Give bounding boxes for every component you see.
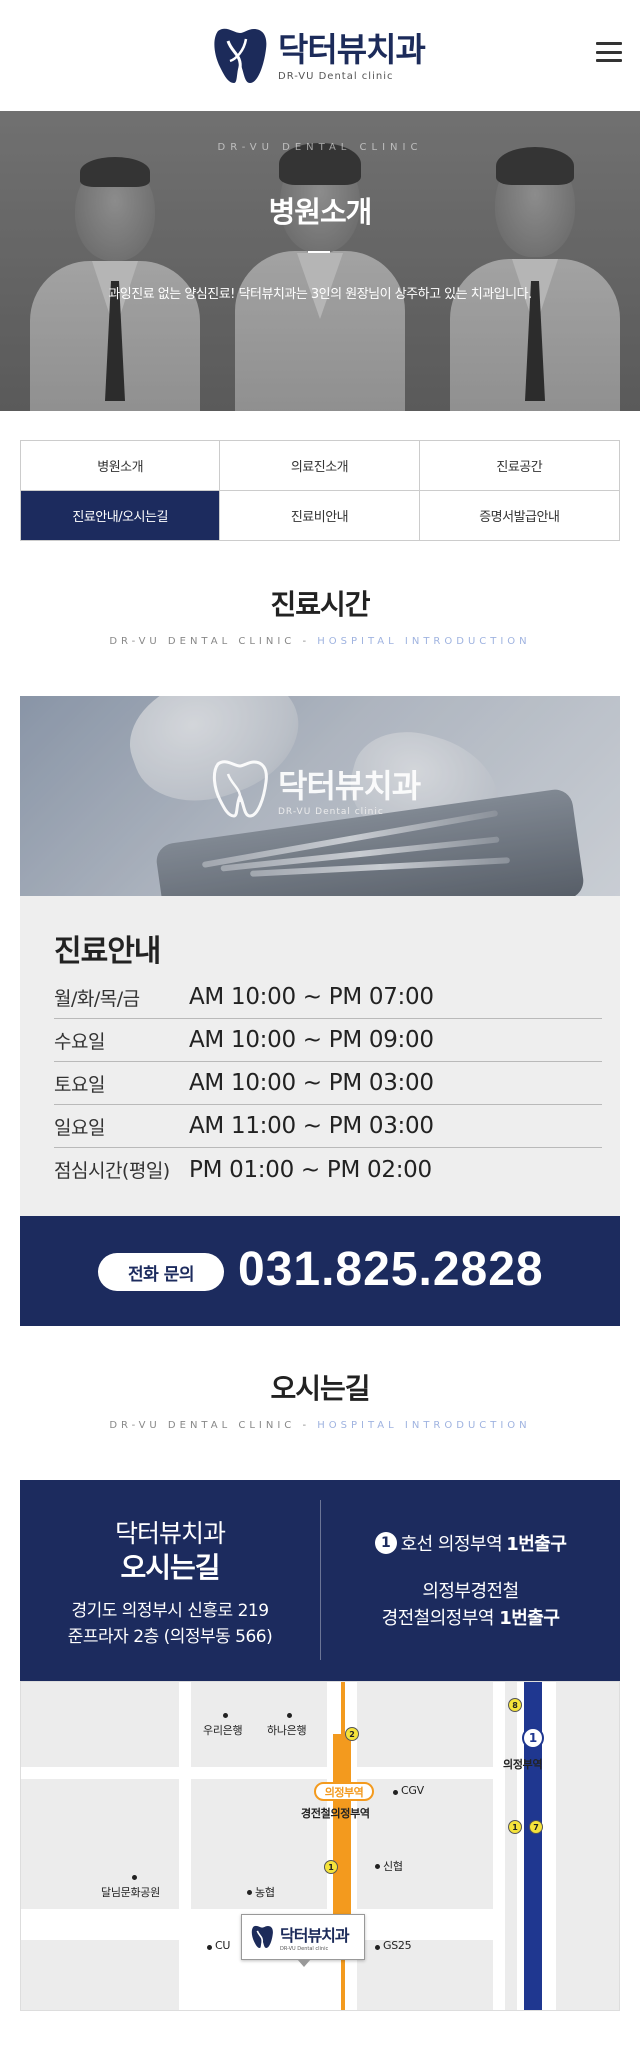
- light-rail-exit-text: 1번출구: [499, 1608, 560, 1629]
- exit-marker: 8: [508, 1698, 522, 1712]
- phone-inquiry-label: 전화 문의: [98, 1253, 224, 1291]
- map-label-dalnim-park: 달님문화공원: [101, 1886, 160, 1899]
- subway-line-1-icon: 1: [374, 1532, 397, 1554]
- directions-subtitle-intro: HOSPITAL INTRODUCTION: [317, 1420, 531, 1431]
- hours-section-title: 진료시간: [270, 588, 370, 621]
- watermark-name-ko: 닥터뷰치과: [278, 767, 421, 805]
- phone-number-link[interactable]: 031.825.2828: [238, 1242, 544, 1297]
- location-map[interactable]: 2 1 8 1 7 1 의정부역 의정부역 경전철의정부역 우리은행 하나은행 …: [20, 1681, 620, 2011]
- tab-certificates[interactable]: 증명서발급안내: [419, 490, 619, 540]
- marker-name-en: DR-VU Dental clinic: [280, 1946, 329, 1952]
- clinic-location-marker[interactable]: 닥터뷰치과 DR-VU Dental clinic: [241, 1914, 365, 1967]
- hours-day: 점심시간(평일): [54, 1160, 170, 1182]
- hero-description: 과잉진료 없는 양심진료! 닥터뷰치과는 3인의 원장님이 상주하고 있는 치과…: [108, 287, 532, 302]
- hours-row: 토요일 AM 10:00 ~ PM 03:00: [54, 1062, 602, 1105]
- site-logo[interactable]: 닥터뷰치과 DR-VU Dental clinic: [210, 24, 430, 88]
- address-line-1: 경기도 의정부시 신흥로 219: [71, 1601, 269, 1621]
- exit-marker: 2: [345, 1727, 359, 1741]
- subway-line-1-icon: 1: [522, 1727, 544, 1749]
- hours-time: AM 10:00 ~ PM 07:00: [189, 984, 434, 1010]
- map-label-shinhyup: 신협: [383, 1860, 403, 1873]
- map-label-gs25: GS25: [383, 1939, 412, 1952]
- sub-navigation-tabs: 병원소개 의료진소개 진료공간 진료안내/오시는길 진료비안내 증명서발급안내: [20, 440, 620, 541]
- hours-time: PM 01:00 ~ PM 02:00: [189, 1156, 432, 1183]
- subway-station-text: 호선 의정부역: [400, 1534, 503, 1555]
- directions-card: 닥터뷰치과 오시는길 경기도 의정부시 신흥로 219 준프라자 2층 (의정부…: [20, 1480, 620, 1681]
- hours-time: AM 11:00 ~ PM 03:00: [189, 1113, 434, 1139]
- hours-day: 일요일: [54, 1116, 105, 1139]
- tab-hospital-intro[interactable]: 병원소개: [21, 441, 221, 491]
- light-rail-name: 의정부경전철: [422, 1581, 519, 1602]
- map-label-woori-bank: 우리은행: [203, 1724, 243, 1737]
- hours-subtitle-brand: DR-VU DENTAL CLINIC -: [109, 636, 311, 647]
- tooth-logo-icon: [210, 25, 274, 87]
- hours-row: 수요일 AM 10:00 ~ PM 09:00: [54, 1019, 602, 1062]
- page-title: 병원소개: [268, 195, 373, 229]
- logo-name-en: DR-VU Dental clinic: [278, 70, 394, 82]
- address-panel: 닥터뷰치과 오시는길 경기도 의정부시 신흥로 219 준프라자 2층 (의정부…: [20, 1480, 320, 1681]
- directions-section-title: 오시는길: [270, 1372, 370, 1405]
- hours-info-card: 진료안내 월/화/목/금 AM 10:00 ~ PM 07:00 수요일 AM …: [20, 896, 620, 1216]
- hours-day: 월/화/목/금: [54, 987, 140, 1010]
- dental-instruments-photo: 닥터뷰치과 DR-VU Dental clinic: [20, 696, 620, 896]
- directions-title: 오시는길: [120, 1551, 220, 1584]
- light-rail-station-platform: [333, 1734, 351, 1929]
- directions-section-subtitle: DR-VU DENTAL CLINIC - HOSPITAL INTRODUCT…: [0, 1420, 640, 1431]
- tooth-logo-icon: [251, 1925, 273, 1948]
- logo-name-ko: 닥터뷰치과: [278, 29, 426, 69]
- map-label-cu: CU: [215, 1939, 231, 1952]
- map-label-hana-bank: 하나은행: [267, 1724, 307, 1737]
- exit-marker: 7: [529, 1820, 543, 1834]
- phone-inquiry-banner: 전화 문의 031.825.2828: [20, 1216, 620, 1326]
- hours-section-subtitle: DR-VU DENTAL CLINIC - HOSPITAL INTRODUCT…: [0, 636, 640, 647]
- hours-day: 수요일: [54, 1030, 105, 1053]
- watermark-name-en: DR-VU Dental clinic: [278, 807, 384, 817]
- light-rail-station-info: 경전철의정부역 1번출구: [321, 1604, 620, 1630]
- address-line-2: 준프라자 2층 (의정부동 566): [67, 1627, 273, 1647]
- hero-subtitle: DR-VU DENTAL CLINIC: [217, 142, 423, 153]
- site-header: 닥터뷰치과 DR-VU Dental clinic: [0, 0, 640, 111]
- subway-line-1-info: 1 호선 의정부역 1번출구: [321, 1530, 620, 1556]
- hero-divider: [308, 251, 330, 253]
- tab-hours-directions[interactable]: 진료안내/오시는길: [21, 490, 221, 540]
- clinic-name: 닥터뷰치과: [114, 1519, 226, 1548]
- hours-time: AM 10:00 ~ PM 09:00: [189, 1027, 434, 1053]
- map-label-uijeongbu-station: 의정부역: [503, 1758, 543, 1771]
- subway-exit-text: 1번출구: [506, 1534, 567, 1555]
- watermark-tooth-icon: [212, 760, 268, 818]
- transit-panel: 1 호선 의정부역 1번출구 의정부경전철 경전철의정부역 1번출구: [321, 1480, 620, 1681]
- marker-name-ko: 닥터뷰치과: [280, 1926, 350, 1945]
- light-rail-station-text: 경전철의정부역: [381, 1608, 495, 1629]
- map-label-cgv: CGV: [401, 1784, 424, 1797]
- directions-subtitle-brand: DR-VU DENTAL CLINIC -: [109, 1420, 311, 1431]
- map-label-nonghyup: 농협: [255, 1886, 275, 1899]
- hours-row: 월/화/목/금 AM 10:00 ~ PM 07:00: [54, 976, 602, 1019]
- exit-marker: 1: [508, 1820, 522, 1834]
- hero-banner: DR-VU DENTAL CLINIC 병원소개 과잉진료 없는 양심진료! 닥…: [0, 111, 640, 411]
- hours-time: AM 10:00 ~ PM 03:00: [189, 1070, 434, 1096]
- hours-subtitle-intro: HOSPITAL INTRODUCTION: [317, 636, 531, 647]
- hours-row: 점심시간(평일) PM 01:00 ~ PM 02:00: [54, 1148, 602, 1191]
- tab-medical-staff[interactable]: 의료진소개: [220, 441, 420, 491]
- tab-fees[interactable]: 진료비안내: [220, 490, 420, 540]
- map-label-light-rail-station: 경전철의정부역: [301, 1807, 370, 1820]
- hours-card-title: 진료안내: [54, 934, 161, 969]
- tab-clinic-space[interactable]: 진료공간: [419, 441, 619, 491]
- watermark-logo: 닥터뷰치과 DR-VU Dental clinic: [210, 758, 421, 820]
- hours-row: 일요일 AM 11:00 ~ PM 03:00: [54, 1105, 602, 1148]
- map-station-tag: 의정부역: [314, 1782, 374, 1801]
- hamburger-menu-icon[interactable]: [596, 42, 622, 62]
- exit-marker: 1: [324, 1860, 338, 1874]
- hours-day: 토요일: [54, 1073, 105, 1096]
